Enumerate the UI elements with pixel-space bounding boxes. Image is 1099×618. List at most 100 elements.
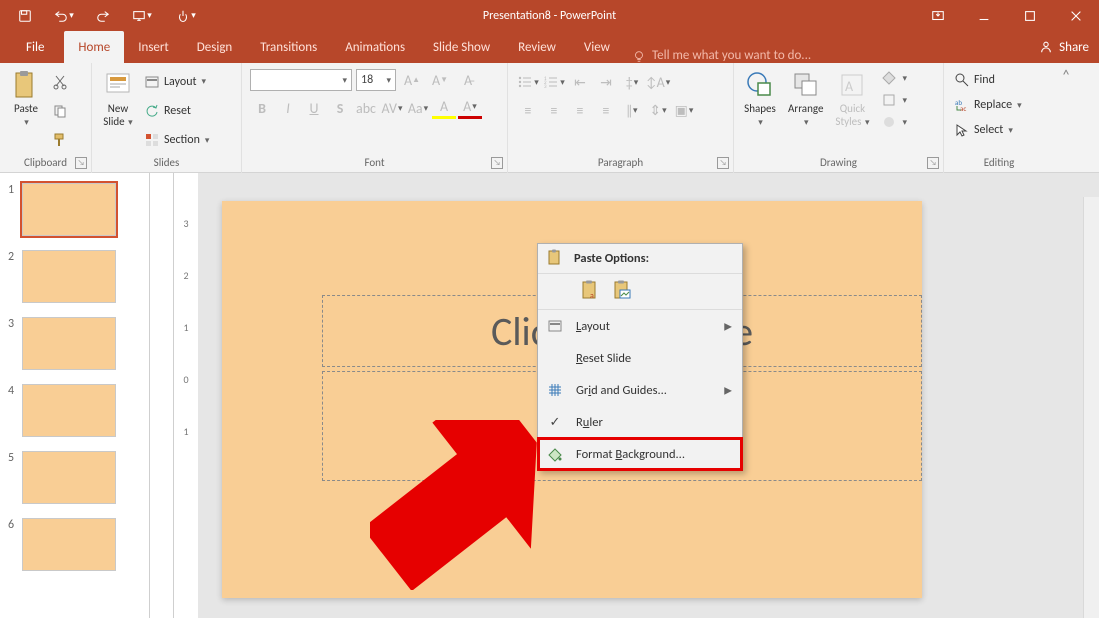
bullets-icon — [517, 75, 533, 89]
increase-indent-button[interactable]: ⇥ — [594, 71, 618, 93]
decrease-font-button[interactable]: A▼ — [428, 69, 452, 91]
font-highlight-color-button[interactable]: A — [432, 97, 456, 119]
new-slide-button[interactable]: New Slide ▾ — [98, 67, 138, 155]
close-button[interactable] — [1053, 0, 1099, 31]
svg-text:ac: ac — [960, 104, 966, 113]
ribbon-tabs: File Home Insert Design Transitions Anim… — [0, 31, 1099, 63]
align-center-button[interactable]: ≡ — [542, 99, 566, 121]
section-button[interactable]: Section▾ — [140, 129, 213, 151]
decrease-indent-button[interactable]: ⇤ — [568, 71, 592, 93]
change-case-button[interactable]: Aa▾ — [406, 97, 430, 119]
ctx-layout-item[interactable]: Layout ▶ — [538, 310, 742, 342]
grid-icon — [546, 381, 564, 399]
shapes-button[interactable]: Shapes▾ — [740, 67, 780, 130]
tab-home[interactable]: Home — [64, 31, 124, 63]
shadow-button[interactable]: S — [328, 97, 352, 119]
line-spacing-button[interactable]: ‡▾ — [620, 71, 644, 93]
tab-file[interactable]: File — [10, 31, 64, 63]
tell-me-search[interactable]: Tell me what you want to do... — [632, 48, 1099, 63]
bold-button[interactable]: B — [250, 97, 274, 119]
ctx-format-background-item[interactable]: Format Background... — [538, 438, 742, 470]
tab-animations[interactable]: Animations — [331, 31, 419, 63]
tab-review[interactable]: Review — [504, 31, 570, 63]
font-face-select[interactable]: ▾ — [250, 69, 352, 91]
tab-insert[interactable]: Insert — [124, 31, 183, 63]
align-text-button[interactable]: ⇕▾ — [646, 99, 670, 121]
format-painter-button[interactable] — [48, 129, 72, 151]
vertical-scrollbar[interactable] — [1083, 197, 1099, 618]
start-from-beginning-button[interactable]: ▾ — [120, 0, 164, 31]
slide-thumbnail-1[interactable] — [22, 183, 116, 236]
clear-formatting-button[interactable]: A̶ — [456, 69, 480, 91]
tab-transitions[interactable]: Transitions — [246, 31, 331, 63]
pane-separator[interactable] — [150, 173, 174, 618]
font-color-button[interactable]: A▾ — [458, 97, 482, 119]
font-size-select[interactable]: 18▾ — [356, 69, 396, 91]
paste-keep-source-button[interactable]: a — [580, 279, 602, 305]
ctx-ruler-item[interactable]: Ruler — [538, 406, 742, 438]
increase-font-button[interactable]: A▲ — [400, 69, 424, 91]
svg-text:A: A — [845, 78, 854, 95]
save-icon[interactable] — [8, 0, 42, 31]
font-dialog-launcher[interactable]: ↘ — [491, 157, 503, 169]
share-button[interactable]: Share — [1039, 31, 1089, 63]
italic-button[interactable]: I — [276, 97, 300, 119]
submenu-arrow-icon: ▶ — [724, 384, 732, 397]
reset-button[interactable]: Reset — [140, 100, 213, 122]
undo-button[interactable]: ▾ — [42, 0, 86, 31]
touch-mode-button[interactable]: ▾ — [164, 0, 208, 31]
slide-thumbnail-2[interactable] — [22, 250, 116, 303]
shape-outline-button[interactable]: ▾ — [877, 89, 911, 111]
shape-effects-button[interactable]: ▾ — [877, 111, 911, 133]
new-slide-icon — [102, 69, 134, 101]
paste-button[interactable]: Paste▾ — [6, 67, 46, 155]
arrange-button[interactable]: Arrange▾ — [784, 67, 827, 130]
find-button[interactable]: Find — [950, 69, 1026, 91]
group-label-slides: Slides — [92, 155, 241, 173]
cut-button[interactable] — [48, 71, 72, 93]
columns-button[interactable]: ‖▾ — [620, 99, 644, 121]
bullets-button[interactable]: ▾ — [516, 71, 540, 93]
tab-design[interactable]: Design — [183, 31, 246, 63]
minimize-button[interactable] — [961, 0, 1007, 31]
clipboard-dialog-launcher[interactable]: ↘ — [75, 157, 87, 169]
char-spacing-button[interactable]: AV▾ — [380, 97, 404, 119]
ctx-reset-slide-item[interactable]: Reset Slide — [538, 342, 742, 374]
strikethrough-button[interactable]: abc — [354, 97, 378, 119]
paragraph-dialog-launcher[interactable]: ↘ — [717, 157, 729, 169]
shape-fill-icon — [881, 70, 897, 86]
thumb-number: 2 — [8, 250, 22, 264]
ctx-grid-guides-item[interactable]: Grid and Guides... ▶ — [538, 374, 742, 406]
justify-button[interactable]: ≡ — [594, 99, 618, 121]
layout-button[interactable]: Layout▾ — [140, 71, 213, 93]
numbering-button[interactable]: 123▾ — [542, 71, 566, 93]
replace-button[interactable]: abacReplace▾ — [950, 94, 1026, 116]
text-direction-button[interactable]: ↕A▾ — [646, 71, 670, 93]
tab-slideshow[interactable]: Slide Show — [419, 31, 504, 63]
slide-thumbnail-6[interactable] — [22, 518, 116, 571]
thumb-number: 6 — [8, 518, 22, 532]
align-right-button[interactable]: ≡ — [568, 99, 592, 121]
collapse-ribbon-button[interactable]: ˄ — [1054, 63, 1078, 172]
ribbon-options-button[interactable] — [915, 0, 961, 31]
smartart-button[interactable]: ▣▾ — [672, 99, 696, 121]
slide-thumbnail-4[interactable] — [22, 384, 116, 437]
slide-thumbnail-5[interactable] — [22, 451, 116, 504]
underline-button[interactable]: U — [302, 97, 326, 119]
shape-fill-button[interactable]: ▾ — [877, 67, 911, 89]
titlebar: ▾ ▾ ▾ Presentation8 - PowerPoint — [0, 0, 1099, 31]
group-label-drawing: Drawing↘ — [734, 155, 943, 173]
tab-view[interactable]: View — [570, 31, 624, 63]
slide-thumbnail-3[interactable] — [22, 317, 116, 370]
maximize-button[interactable] — [1007, 0, 1053, 31]
paste-as-picture-button[interactable] — [612, 279, 634, 305]
copy-button[interactable] — [48, 100, 72, 122]
group-paragraph: ▾ 123▾ ⇤ ⇥ ‡▾ ↕A▾ ≡ ≡ ≡ ≡ ‖▾ ⇕▾ ▣▾ Parag… — [508, 63, 734, 173]
select-button[interactable]: Select▾ — [950, 119, 1026, 141]
paste-icon — [10, 69, 42, 101]
share-label: Share — [1059, 40, 1089, 55]
quick-styles-button[interactable]: A Quick Styles ▾ — [831, 67, 873, 130]
align-left-button[interactable]: ≡ — [516, 99, 540, 121]
drawing-dialog-launcher[interactable]: ↘ — [927, 157, 939, 169]
redo-button[interactable] — [86, 0, 120, 31]
